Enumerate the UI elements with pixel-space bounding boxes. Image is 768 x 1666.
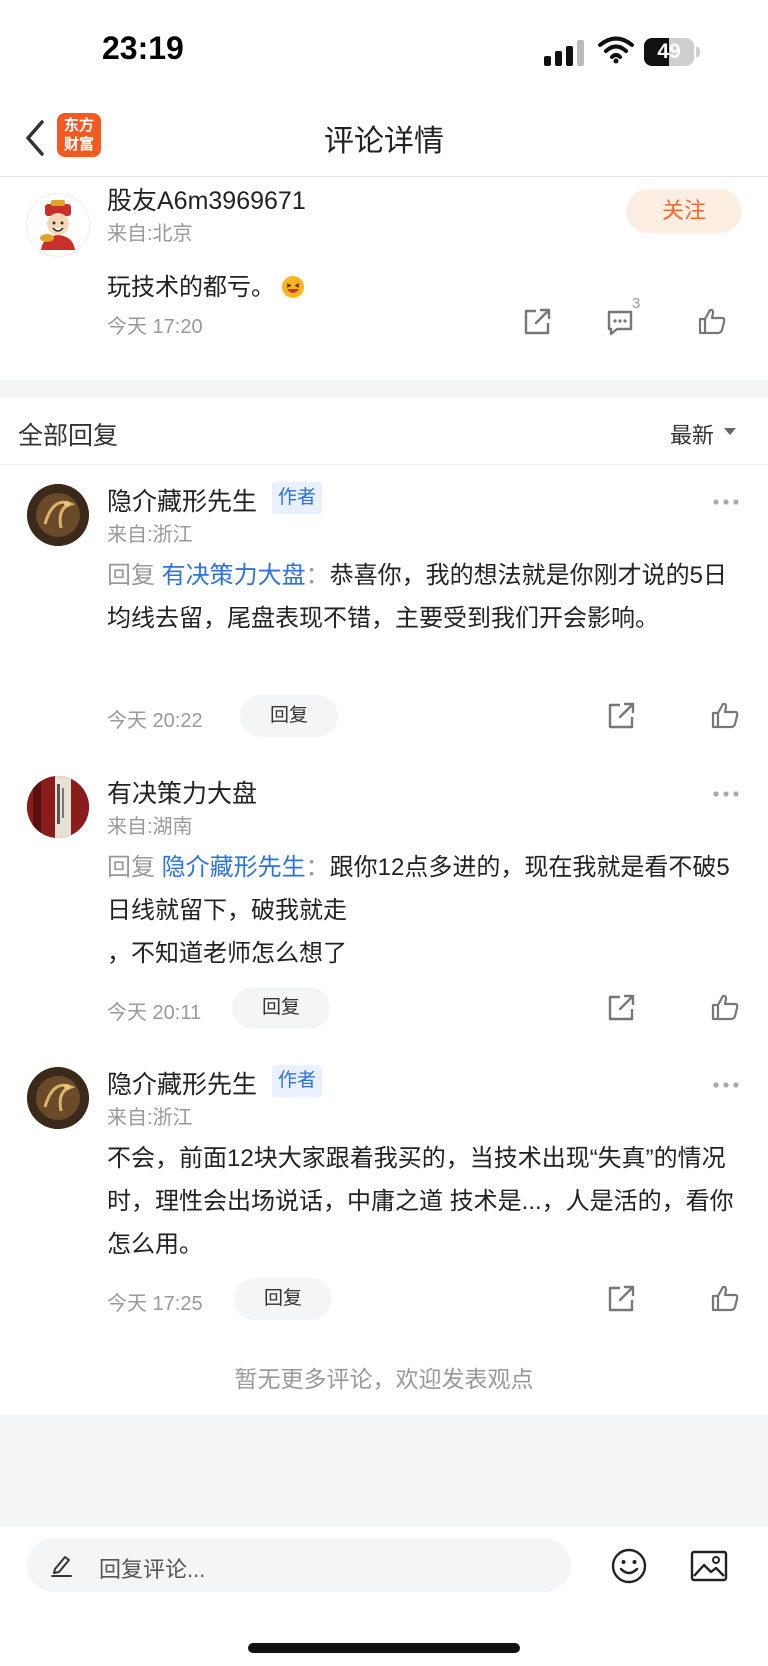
avatar[interactable] (27, 484, 89, 546)
reply-button[interactable]: 回复 (232, 987, 330, 1029)
author-tag: 作者 (272, 482, 323, 514)
reply-body: 回复 隐介藏形先生：跟你12点多进的，现在我就是看不破5日线就留下，破我就走 ，不… (107, 854, 730, 967)
reply-target-link[interactable]: 有决策力大盘 (162, 562, 306, 589)
reply-time: 今天 20:11 (107, 1002, 202, 1024)
share-icon[interactable] (522, 307, 552, 337)
follow-button[interactable]: 关注 (626, 189, 742, 233)
pencil-icon (51, 1556, 72, 1577)
comment-time: 今天 17:20 (107, 316, 203, 338)
more-icon[interactable] (712, 1081, 740, 1089)
reply-time: 今天 20:22 (107, 710, 203, 732)
page-title: 评论详情 (324, 125, 444, 158)
reply-target-link[interactable]: 隐介藏形先生 (162, 854, 306, 881)
cellular-signal-icon (544, 40, 584, 66)
home-indicator (248, 1643, 520, 1653)
like-icon[interactable] (697, 306, 727, 336)
reply-item: 隐介藏形先生 作者 来自:浙江 回复 有决策力大盘：恭喜你，我的想法就是你刚才说… (0, 480, 768, 740)
reply-location: 来自:浙江 (107, 524, 193, 546)
status-time: 23:19 (102, 30, 184, 66)
reply-username[interactable]: 隐介藏形先生 (107, 1065, 257, 1101)
like-icon[interactable] (710, 992, 740, 1022)
reply-body: 不会，前面12块大家跟着我买的，当技术出现“失真”的情况时，理性会出场说话，中庸… (107, 1145, 734, 1258)
reply-input[interactable]: 回复评论... (27, 1538, 571, 1592)
comment-text: 玩技术的都亏。 (107, 274, 275, 301)
wifi-icon (598, 36, 634, 64)
emoji-icon[interactable] (611, 1548, 647, 1584)
comment-location: 来自:北京 (107, 223, 193, 245)
battery-level: 49 (657, 40, 681, 63)
reply-time: 今天 17:25 (107, 1293, 203, 1315)
reply-button[interactable]: 回复 (234, 1278, 332, 1320)
avatar[interactable] (27, 776, 89, 838)
comment-count-badge: 3 (632, 295, 641, 312)
status-bar: 23:19 49 (0, 0, 768, 100)
like-icon[interactable] (710, 1283, 740, 1313)
image-icon[interactable] (690, 1550, 728, 1582)
main-comment: 股友A6m3969671 来自:北京 关注 玩技术的都亏。 今天 17:20 3 (0, 177, 768, 380)
reply-placeholder: 回复评论... (99, 1557, 206, 1582)
caret-down-icon[interactable] (724, 428, 736, 435)
reply-location: 来自:湖南 (107, 816, 193, 838)
replies-title: 全部回复 (18, 422, 119, 450)
author-tag: 作者 (272, 1065, 323, 1097)
reply-username[interactable]: 有决策力大盘 (107, 774, 257, 810)
section-divider (0, 380, 768, 398)
no-more-comments: 暂无更多评论，欢迎发表观点 (234, 1366, 534, 1392)
reply-username[interactable]: 隐介藏形先生 (107, 482, 257, 518)
reply-item: 隐介藏形先生 作者 来自:浙江 不会，前面12块大家跟着我买的，当技术出现“失真… (0, 1063, 768, 1325)
battery-icon: 49 (644, 38, 700, 66)
avatar[interactable] (26, 193, 90, 257)
comment-text-wrap: 玩技术的都亏。 (107, 267, 305, 302)
reply-item: 有决策力大盘 来自:湖南 回复 隐介藏形先生：跟你12点多进的，现在我就是看不破… (0, 772, 768, 1032)
replies-header: 全部回复 最新 (0, 398, 768, 465)
more-icon[interactable] (712, 790, 740, 798)
empty-area (0, 1415, 768, 1525)
more-icon[interactable] (712, 498, 740, 506)
share-icon[interactable] (606, 1284, 636, 1314)
reply-body: 回复 有决策力大盘：恭喜你，我的想法就是你刚才说的5日均线去留，尾盘表现不错，主… (107, 562, 728, 632)
comment-icon[interactable] (605, 309, 635, 337)
like-icon[interactable] (710, 700, 740, 730)
share-icon[interactable] (606, 701, 636, 731)
nav-bar: 东方 财富 评论详情 (0, 100, 768, 177)
avatar[interactable] (27, 1067, 89, 1129)
reply-button[interactable]: 回复 (240, 695, 338, 737)
reply-location: 来自:浙江 (107, 1107, 193, 1129)
share-icon[interactable] (606, 993, 636, 1023)
laughing-emoji-icon (282, 276, 304, 298)
comment-username[interactable]: 股友A6m3969671 (107, 181, 306, 217)
sort-dropdown[interactable]: 最新 (670, 418, 714, 450)
